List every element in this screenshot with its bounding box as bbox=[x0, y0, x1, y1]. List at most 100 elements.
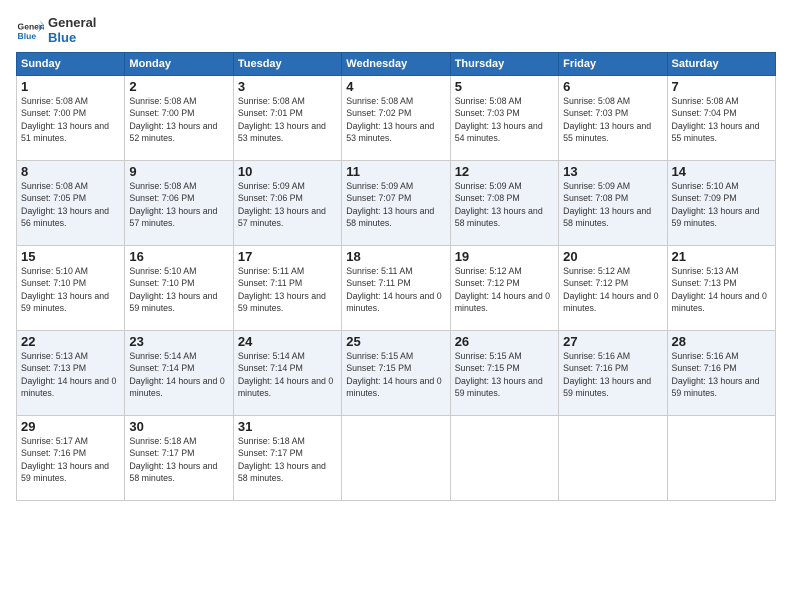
day-info: Sunrise: 5:13 AMSunset: 7:13 PMDaylight:… bbox=[21, 350, 120, 399]
day-number: 28 bbox=[672, 334, 771, 349]
calendar-cell: 18Sunrise: 5:11 AMSunset: 7:11 PMDayligh… bbox=[342, 245, 450, 330]
day-info: Sunrise: 5:17 AMSunset: 7:16 PMDaylight:… bbox=[21, 435, 120, 484]
logo-icon: General Blue bbox=[16, 17, 44, 45]
calendar-cell bbox=[342, 415, 450, 500]
calendar-cell: 25Sunrise: 5:15 AMSunset: 7:15 PMDayligh… bbox=[342, 330, 450, 415]
day-info: Sunrise: 5:10 AMSunset: 7:10 PMDaylight:… bbox=[129, 265, 228, 314]
calendar-cell bbox=[667, 415, 775, 500]
day-number: 15 bbox=[21, 249, 120, 264]
logo-blue: Blue bbox=[48, 31, 96, 46]
day-info: Sunrise: 5:08 AMSunset: 7:06 PMDaylight:… bbox=[129, 180, 228, 229]
calendar-cell: 29Sunrise: 5:17 AMSunset: 7:16 PMDayligh… bbox=[17, 415, 125, 500]
day-info: Sunrise: 5:08 AMSunset: 7:05 PMDaylight:… bbox=[21, 180, 120, 229]
calendar-cell: 14Sunrise: 5:10 AMSunset: 7:09 PMDayligh… bbox=[667, 160, 775, 245]
day-info: Sunrise: 5:14 AMSunset: 7:14 PMDaylight:… bbox=[129, 350, 228, 399]
day-info: Sunrise: 5:16 AMSunset: 7:16 PMDaylight:… bbox=[563, 350, 662, 399]
day-number: 22 bbox=[21, 334, 120, 349]
day-info: Sunrise: 5:08 AMSunset: 7:00 PMDaylight:… bbox=[129, 95, 228, 144]
day-number: 23 bbox=[129, 334, 228, 349]
day-number: 24 bbox=[238, 334, 337, 349]
day-info: Sunrise: 5:08 AMSunset: 7:03 PMDaylight:… bbox=[455, 95, 554, 144]
day-number: 16 bbox=[129, 249, 228, 264]
day-info: Sunrise: 5:12 AMSunset: 7:12 PMDaylight:… bbox=[455, 265, 554, 314]
day-number: 25 bbox=[346, 334, 445, 349]
calendar-cell: 11Sunrise: 5:09 AMSunset: 7:07 PMDayligh… bbox=[342, 160, 450, 245]
day-number: 7 bbox=[672, 79, 771, 94]
calendar-cell: 8Sunrise: 5:08 AMSunset: 7:05 PMDaylight… bbox=[17, 160, 125, 245]
calendar-cell: 31Sunrise: 5:18 AMSunset: 7:17 PMDayligh… bbox=[233, 415, 341, 500]
header: General Blue General Blue bbox=[16, 16, 776, 46]
day-number: 5 bbox=[455, 79, 554, 94]
weekday-header-wednesday: Wednesday bbox=[342, 52, 450, 75]
day-info: Sunrise: 5:13 AMSunset: 7:13 PMDaylight:… bbox=[672, 265, 771, 314]
day-number: 8 bbox=[21, 164, 120, 179]
day-number: 20 bbox=[563, 249, 662, 264]
day-number: 12 bbox=[455, 164, 554, 179]
weekday-header-row: SundayMondayTuesdayWednesdayThursdayFrid… bbox=[17, 52, 776, 75]
day-info: Sunrise: 5:18 AMSunset: 7:17 PMDaylight:… bbox=[129, 435, 228, 484]
day-info: Sunrise: 5:15 AMSunset: 7:15 PMDaylight:… bbox=[346, 350, 445, 399]
day-number: 6 bbox=[563, 79, 662, 94]
calendar-cell: 22Sunrise: 5:13 AMSunset: 7:13 PMDayligh… bbox=[17, 330, 125, 415]
calendar-cell: 19Sunrise: 5:12 AMSunset: 7:12 PMDayligh… bbox=[450, 245, 558, 330]
day-number: 4 bbox=[346, 79, 445, 94]
calendar-cell: 1Sunrise: 5:08 AMSunset: 7:00 PMDaylight… bbox=[17, 75, 125, 160]
calendar-cell: 12Sunrise: 5:09 AMSunset: 7:08 PMDayligh… bbox=[450, 160, 558, 245]
day-number: 2 bbox=[129, 79, 228, 94]
day-number: 9 bbox=[129, 164, 228, 179]
day-number: 29 bbox=[21, 419, 120, 434]
day-info: Sunrise: 5:09 AMSunset: 7:08 PMDaylight:… bbox=[455, 180, 554, 229]
day-number: 21 bbox=[672, 249, 771, 264]
day-info: Sunrise: 5:16 AMSunset: 7:16 PMDaylight:… bbox=[672, 350, 771, 399]
calendar-cell: 24Sunrise: 5:14 AMSunset: 7:14 PMDayligh… bbox=[233, 330, 341, 415]
day-number: 14 bbox=[672, 164, 771, 179]
day-info: Sunrise: 5:08 AMSunset: 7:01 PMDaylight:… bbox=[238, 95, 337, 144]
calendar-cell: 20Sunrise: 5:12 AMSunset: 7:12 PMDayligh… bbox=[559, 245, 667, 330]
calendar-cell: 3Sunrise: 5:08 AMSunset: 7:01 PMDaylight… bbox=[233, 75, 341, 160]
weekday-header-friday: Friday bbox=[559, 52, 667, 75]
week-row-3: 15Sunrise: 5:10 AMSunset: 7:10 PMDayligh… bbox=[17, 245, 776, 330]
day-info: Sunrise: 5:18 AMSunset: 7:17 PMDaylight:… bbox=[238, 435, 337, 484]
day-info: Sunrise: 5:09 AMSunset: 7:07 PMDaylight:… bbox=[346, 180, 445, 229]
day-number: 17 bbox=[238, 249, 337, 264]
day-info: Sunrise: 5:14 AMSunset: 7:14 PMDaylight:… bbox=[238, 350, 337, 399]
day-info: Sunrise: 5:10 AMSunset: 7:09 PMDaylight:… bbox=[672, 180, 771, 229]
calendar-cell: 10Sunrise: 5:09 AMSunset: 7:06 PMDayligh… bbox=[233, 160, 341, 245]
day-number: 1 bbox=[21, 79, 120, 94]
week-row-4: 22Sunrise: 5:13 AMSunset: 7:13 PMDayligh… bbox=[17, 330, 776, 415]
day-info: Sunrise: 5:08 AMSunset: 7:00 PMDaylight:… bbox=[21, 95, 120, 144]
calendar-cell: 9Sunrise: 5:08 AMSunset: 7:06 PMDaylight… bbox=[125, 160, 233, 245]
weekday-header-sunday: Sunday bbox=[17, 52, 125, 75]
day-info: Sunrise: 5:09 AMSunset: 7:08 PMDaylight:… bbox=[563, 180, 662, 229]
day-number: 19 bbox=[455, 249, 554, 264]
calendar-cell: 6Sunrise: 5:08 AMSunset: 7:03 PMDaylight… bbox=[559, 75, 667, 160]
day-number: 30 bbox=[129, 419, 228, 434]
weekday-header-monday: Monday bbox=[125, 52, 233, 75]
day-number: 10 bbox=[238, 164, 337, 179]
calendar-cell: 30Sunrise: 5:18 AMSunset: 7:17 PMDayligh… bbox=[125, 415, 233, 500]
calendar-cell: 4Sunrise: 5:08 AMSunset: 7:02 PMDaylight… bbox=[342, 75, 450, 160]
day-info: Sunrise: 5:09 AMSunset: 7:06 PMDaylight:… bbox=[238, 180, 337, 229]
calendar-cell bbox=[559, 415, 667, 500]
day-info: Sunrise: 5:08 AMSunset: 7:02 PMDaylight:… bbox=[346, 95, 445, 144]
calendar-cell: 7Sunrise: 5:08 AMSunset: 7:04 PMDaylight… bbox=[667, 75, 775, 160]
svg-text:Blue: Blue bbox=[18, 31, 37, 41]
day-number: 3 bbox=[238, 79, 337, 94]
day-number: 11 bbox=[346, 164, 445, 179]
calendar-cell: 27Sunrise: 5:16 AMSunset: 7:16 PMDayligh… bbox=[559, 330, 667, 415]
calendar-cell bbox=[450, 415, 558, 500]
calendar-table: SundayMondayTuesdayWednesdayThursdayFrid… bbox=[16, 52, 776, 501]
calendar-cell: 16Sunrise: 5:10 AMSunset: 7:10 PMDayligh… bbox=[125, 245, 233, 330]
day-info: Sunrise: 5:12 AMSunset: 7:12 PMDaylight:… bbox=[563, 265, 662, 314]
day-number: 27 bbox=[563, 334, 662, 349]
calendar-cell: 17Sunrise: 5:11 AMSunset: 7:11 PMDayligh… bbox=[233, 245, 341, 330]
calendar-cell: 13Sunrise: 5:09 AMSunset: 7:08 PMDayligh… bbox=[559, 160, 667, 245]
calendar-cell: 28Sunrise: 5:16 AMSunset: 7:16 PMDayligh… bbox=[667, 330, 775, 415]
calendar-cell: 21Sunrise: 5:13 AMSunset: 7:13 PMDayligh… bbox=[667, 245, 775, 330]
day-info: Sunrise: 5:15 AMSunset: 7:15 PMDaylight:… bbox=[455, 350, 554, 399]
calendar-cell: 26Sunrise: 5:15 AMSunset: 7:15 PMDayligh… bbox=[450, 330, 558, 415]
day-info: Sunrise: 5:10 AMSunset: 7:10 PMDaylight:… bbox=[21, 265, 120, 314]
day-number: 13 bbox=[563, 164, 662, 179]
page-container: General Blue General Blue SundayMondayTu… bbox=[0, 0, 792, 509]
day-info: Sunrise: 5:08 AMSunset: 7:03 PMDaylight:… bbox=[563, 95, 662, 144]
